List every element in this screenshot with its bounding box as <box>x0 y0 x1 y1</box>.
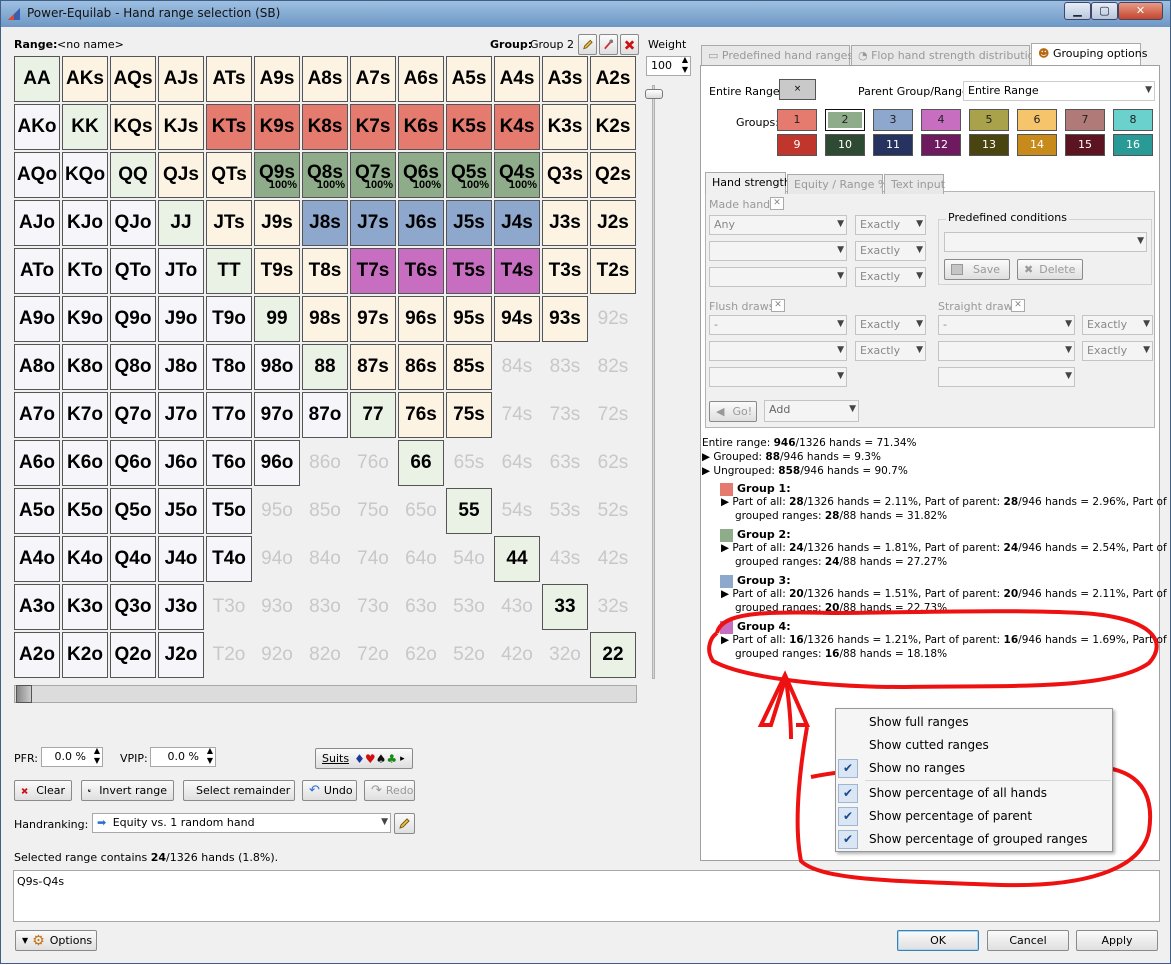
apply-label: Apply <box>1101 934 1133 947</box>
context-menu-item[interactable]: ✔ Show no ranges <box>835 757 1112 780</box>
context-menu-item[interactable]: ✔ Show percentage of all hands <box>835 782 1112 805</box>
context-menu-item-label: Show no ranges <box>869 761 966 775</box>
context-menu-item-label: Show cutted ranges <box>869 738 989 752</box>
window: Power-Equilab - Hand range selection (SB… <box>0 0 1171 964</box>
context-menu-item-label: Show percentage of all hands <box>869 786 1047 800</box>
checkmark-icon: ✔ <box>838 807 858 826</box>
gear-icon: ⚙ <box>32 932 45 949</box>
cancel-button[interactable]: Cancel <box>987 930 1069 951</box>
context-menu-item[interactable]: Show full ranges <box>835 711 1112 734</box>
context-menu-item[interactable]: Show cutted ranges <box>835 734 1112 757</box>
context-menu-item-label: Show percentage of parent <box>869 809 1033 823</box>
ok-button[interactable]: OK <box>897 930 979 951</box>
context-menu-item[interactable]: ✔ Show percentage of grouped ranges <box>835 828 1112 851</box>
context-menu-item-label: Show full ranges <box>869 715 969 729</box>
checkmark-icon: ✔ <box>838 759 858 778</box>
chevron-down-icon: ▼ <box>22 936 29 945</box>
cancel-label: Cancel <box>1009 934 1047 947</box>
checkmark-icon: ✔ <box>838 830 858 849</box>
context-menu-item[interactable]: ✔ Show percentage of parent <box>835 805 1112 828</box>
ok-label: OK <box>930 934 946 947</box>
options-button[interactable]: ▼ ⚙ Options <box>15 930 97 951</box>
context-menu-item-label: Show percentage of grouped ranges <box>869 832 1088 846</box>
apply-button[interactable]: Apply <box>1076 930 1158 951</box>
checkmark-icon: ✔ <box>838 784 858 803</box>
options-label: Options <box>49 934 93 947</box>
context-menu-divider <box>865 780 1111 781</box>
